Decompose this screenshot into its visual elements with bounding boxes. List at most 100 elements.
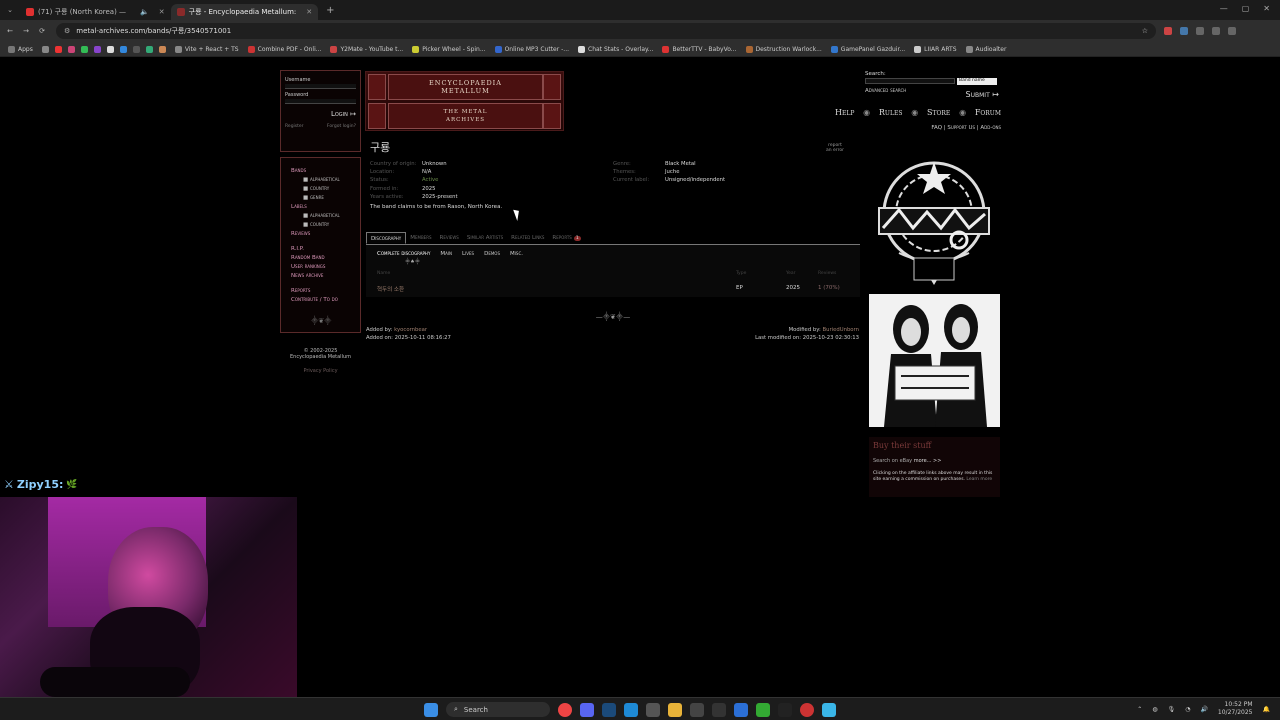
learn-more-link[interactable]: Learn more xyxy=(966,477,992,482)
tab-search-icon[interactable]: ⌄ xyxy=(0,6,20,14)
tab-discography[interactable]: Discography xyxy=(366,232,407,244)
tab-similar-artists[interactable]: Similar Artists xyxy=(463,232,507,244)
menu-labels[interactable]: Labels xyxy=(291,204,360,213)
subtab-misc[interactable]: Misc. xyxy=(510,251,523,257)
mic-icon[interactable]: 🎙 xyxy=(1168,706,1176,713)
discord-icon[interactable] xyxy=(580,702,594,717)
tab-reviews[interactable]: Reviews xyxy=(436,232,463,244)
bookmark-mp3-cutter[interactable]: Online MP3 Cutter -... xyxy=(494,45,569,53)
menu-reviews[interactable]: Reviews xyxy=(291,231,360,240)
x-icon[interactable] xyxy=(106,45,114,53)
bookmark-picker-wheel[interactable]: Picker Wheel - Spin... xyxy=(412,45,486,53)
mute-icon[interactable]: 🔈 xyxy=(140,8,149,16)
taskbar-clock[interactable]: 10:52 PM 10/27/2025 xyxy=(1218,701,1253,717)
search-submit-button[interactable]: Submit ↦ xyxy=(966,90,999,99)
close-window-button[interactable]: ✕ xyxy=(1263,4,1270,13)
nav-forum[interactable]: Forum xyxy=(975,108,1001,117)
menu-user-rankings[interactable]: User rankings xyxy=(291,264,360,273)
bookmark-icon[interactable] xyxy=(145,45,153,53)
app-icon[interactable] xyxy=(690,702,704,717)
more-link[interactable]: more... >> xyxy=(914,458,942,464)
bookmark-icon[interactable] xyxy=(158,45,166,53)
app-icon[interactable] xyxy=(800,702,814,717)
subtab-main[interactable]: Main xyxy=(440,251,452,257)
volume-icon[interactable]: 🔊 xyxy=(1200,706,1207,713)
menu-contribute[interactable]: Contribute / To do xyxy=(291,297,360,306)
forgot-login-link[interactable]: Forgot login? xyxy=(327,124,356,129)
maximize-button[interactable]: ▢ xyxy=(1242,4,1250,13)
windows-start-icon[interactable] xyxy=(424,702,438,717)
tab-reports[interactable]: Reports 1 xyxy=(548,232,584,244)
minimize-button[interactable]: — xyxy=(1220,4,1228,13)
site-logo[interactable]: ENCYCLOPAEDIA METALLUM THE METAL ARCHIVE… xyxy=(365,71,564,131)
nav-store[interactable]: Store xyxy=(927,108,950,117)
menu-kebab-icon[interactable] xyxy=(1228,27,1236,35)
password-input[interactable] xyxy=(285,99,356,104)
taskbar-search[interactable]: ⌕ Search xyxy=(446,702,550,717)
added-by-user-link[interactable]: kyocornbear xyxy=(394,327,427,333)
file-explorer-icon[interactable] xyxy=(668,702,682,717)
menu-reports[interactable]: Reports xyxy=(291,288,360,297)
profile-icon[interactable] xyxy=(1212,27,1220,35)
menu-bands[interactable]: Bands xyxy=(291,168,360,177)
tab-youtube[interactable]: (71) 구룡 (North Korea) — 🔈 ✕ xyxy=(20,4,171,20)
search-on-ebay-link[interactable]: Search on eBay xyxy=(873,458,912,464)
extension-icon[interactable] xyxy=(1164,27,1172,35)
subtab-complete[interactable]: Complete discography xyxy=(377,251,430,257)
extensions-puzzle-icon[interactable] xyxy=(1196,27,1204,35)
obs-icon[interactable] xyxy=(778,702,792,717)
bookmark-audioalter[interactable]: Audioalter xyxy=(965,45,1006,53)
privacy-policy-link[interactable]: Privacy Policy xyxy=(280,368,361,374)
notifications-icon[interactable]: 🔔 xyxy=(1263,706,1270,713)
instagram-icon[interactable] xyxy=(67,45,75,53)
tab-metal-archives[interactable]: 구룡 - Encyclopaedia Metallum: ✕ xyxy=(170,4,319,20)
search-input[interactable] xyxy=(865,78,955,84)
xbox-icon[interactable] xyxy=(756,702,770,717)
menu-random-band[interactable]: Random Band xyxy=(291,255,360,264)
bookmark-apps[interactable]: Apps xyxy=(8,45,33,53)
bookmark-destruction-warlock[interactable]: Destruction Warlock... xyxy=(745,45,822,53)
nav-help[interactable]: Help xyxy=(835,108,854,117)
youtube-icon[interactable] xyxy=(54,45,62,53)
bookmark-star-icon[interactable]: ☆ xyxy=(1142,27,1148,35)
username-input[interactable] xyxy=(285,84,356,89)
bookmark-icon[interactable] xyxy=(41,45,49,53)
whatsapp-icon[interactable] xyxy=(80,45,88,53)
menu-bands-country[interactable]: ■ country xyxy=(291,186,360,195)
nav-add-ons[interactable]: Add-ons xyxy=(980,125,1001,131)
release-name-link[interactable]: 혁두의 소환 xyxy=(377,285,404,293)
app-icon[interactable] xyxy=(822,702,836,717)
bookmark-liiar-arts[interactable]: LIIAR ARTS xyxy=(914,45,957,53)
subtab-demos[interactable]: Demos xyxy=(484,251,500,257)
site-info-icon[interactable]: ⚙ xyxy=(64,27,70,35)
nav-rules[interactable]: Rules xyxy=(879,108,903,117)
bookmark-betterttv[interactable]: BetterTTV - BabyVo... xyxy=(662,45,737,53)
bookmark-y2mate[interactable]: Y2Mate - YouTube t... xyxy=(330,45,403,53)
reload-icon[interactable]: ⟳ xyxy=(36,27,48,35)
search-type-select[interactable]: Band name xyxy=(957,78,997,85)
facebook-icon[interactable] xyxy=(119,45,127,53)
tab-members[interactable]: Members xyxy=(406,232,435,244)
vscode-icon[interactable] xyxy=(624,702,638,717)
network-icon[interactable]: ◍ xyxy=(1152,706,1157,713)
app-icon[interactable] xyxy=(712,702,726,717)
bookmark-combine-pdf[interactable]: Combine PDF - Onli... xyxy=(247,45,321,53)
close-tab-icon[interactable]: ✕ xyxy=(159,8,165,16)
steam-icon[interactable] xyxy=(602,702,616,717)
tab-related-links[interactable]: Related Links xyxy=(507,232,548,244)
twitch-icon[interactable] xyxy=(93,45,101,53)
menu-news-archive[interactable]: News archive xyxy=(291,273,360,282)
menu-bands-alphabetical[interactable]: ■ alphabetical xyxy=(291,177,360,186)
tiktok-icon[interactable] xyxy=(132,45,140,53)
register-link[interactable]: Register xyxy=(285,124,304,129)
nav-support-us[interactable]: Support Us xyxy=(947,125,975,131)
tray-chevron-icon[interactable]: ⌃ xyxy=(1137,706,1142,713)
bookmark-gamepanel[interactable]: GamePanel Gazduir... xyxy=(830,45,905,53)
app-icon[interactable] xyxy=(646,702,660,717)
app-icon[interactable] xyxy=(734,702,748,717)
chrome-icon[interactable] xyxy=(558,702,572,717)
release-reviews-link[interactable]: 1 (70%) xyxy=(818,285,840,291)
close-tab-icon[interactable]: ✕ xyxy=(306,8,312,16)
extension-icon[interactable] xyxy=(1180,27,1188,35)
menu-bands-genre[interactable]: ■ genre xyxy=(291,195,360,204)
